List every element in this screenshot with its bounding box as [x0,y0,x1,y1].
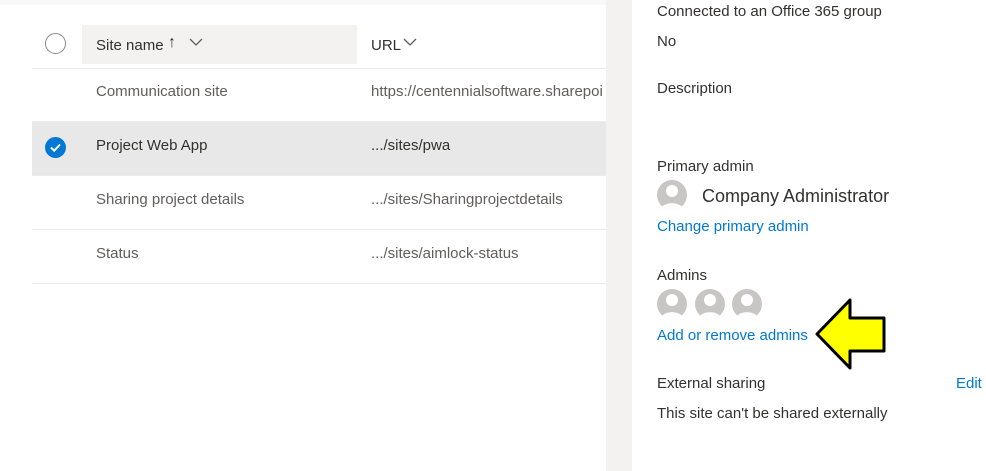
external-sharing-label: External sharing [657,375,766,392]
site-url-cell: .../sites/Sharingprojectdetails [371,191,563,208]
site-details-panel: Connected to an Office 365 group No Desc… [632,0,986,471]
table-row[interactable]: Communication site https://centennialsof… [32,68,606,122]
site-name-cell[interactable]: Project Web App [96,137,207,154]
table-row-selected[interactable]: Project Web App .../sites/pwa [32,122,606,176]
site-name-cell[interactable]: Communication site [96,83,228,100]
chevron-down-icon[interactable] [402,34,418,50]
group-connection-label: Connected to an Office 365 group [657,3,882,20]
column-header-site-name-label: Site name [96,37,164,54]
primary-admin-name: Company Administrator [702,186,890,206]
site-url-cell: https://centennialsoftware.sharepoi [371,83,603,100]
sort-ascending-icon: ↑ [168,34,176,51]
site-url-cell: .../sites/pwa [371,137,451,154]
checkmark-icon [50,143,61,153]
avatar [657,289,687,319]
admins-label: Admins [657,267,708,284]
arrow-left-icon [815,298,886,370]
group-connection-value: No [657,33,677,50]
person-icon [661,294,683,319]
panel-divider [606,0,632,471]
person-icon [661,185,683,210]
list-header: Site name ↑ URL [32,25,606,69]
avatar [695,289,725,319]
avatar [657,180,687,210]
select-all-checkbox[interactable] [45,33,66,54]
change-primary-admin-link[interactable]: Change primary admin [657,218,809,235]
table-row[interactable]: Status .../sites/aimlock-status [32,230,606,284]
add-remove-admins-link[interactable]: Add or remove admins [657,327,808,344]
site-list: Site name ↑ URL Communication site https… [0,0,606,471]
row-checkbox-checked[interactable] [45,137,66,158]
primary-admin-label: Primary admin [657,158,754,175]
table-row[interactable]: Sharing project details .../sites/Sharin… [32,176,606,230]
description-label: Description [657,80,733,97]
site-name-cell[interactable]: Status [96,245,139,262]
external-sharing-value: This site can't be shared externally [657,405,888,422]
avatar [732,289,762,319]
column-header-url[interactable]: URL [371,37,401,54]
site-url-cell: .../sites/aimlock-status [371,245,519,262]
site-name-cell[interactable]: Sharing project details [96,191,244,208]
edit-external-sharing-link[interactable]: Edit [956,375,982,392]
person-icon [699,294,721,319]
person-icon [736,294,758,319]
chevron-down-icon [189,38,203,46]
column-header-site-name[interactable]: Site name ↑ [82,25,357,64]
top-border [0,0,606,5]
